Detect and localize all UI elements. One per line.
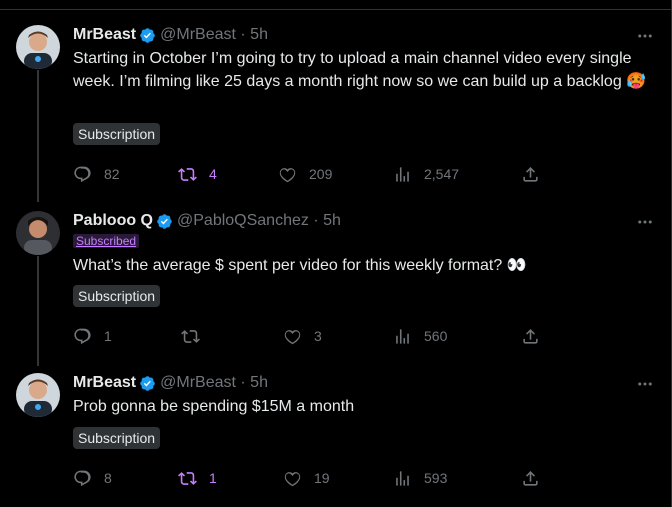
tweet-header: MrBeast @MrBeast · 5h (73, 25, 268, 45)
action-bar: 1 3 560 (73, 324, 553, 348)
share-button[interactable] (521, 162, 540, 186)
like-icon (284, 471, 301, 486)
views-button[interactable]: 2,547 (393, 162, 459, 186)
share-button[interactable] (521, 466, 540, 490)
time-separator: · (308, 212, 324, 229)
author-name[interactable]: Pablooo Q (73, 212, 153, 230)
author-name[interactable]: MrBeast (73, 374, 136, 392)
reply-count: 1 (104, 328, 112, 344)
reply-icon (74, 166, 91, 182)
share-icon (523, 166, 538, 182)
tweet-text: What’s the average $ spent per video for… (73, 257, 527, 274)
repost-button[interactable]: 1 (178, 466, 217, 490)
repost-icon (178, 471, 197, 485)
timestamp[interactable]: 5h (323, 212, 341, 230)
subscription-button[interactable]: Subscription (73, 427, 161, 449)
repost-count: 4 (209, 166, 217, 182)
reply-count: 8 (104, 470, 112, 486)
verified-badge-icon (157, 213, 172, 229)
like-button[interactable]: 3 (283, 324, 322, 348)
like-count: 19 (314, 470, 330, 486)
time-separator: · (235, 374, 251, 391)
repost-button[interactable] (181, 324, 200, 348)
like-icon (279, 167, 296, 182)
share-icon (523, 328, 538, 344)
tweet-text: Prob gonna be spending $15M a month (73, 398, 355, 415)
share-icon (523, 470, 538, 486)
author-handle[interactable]: @PabloQSanchez (177, 212, 309, 230)
reply-icon (74, 470, 91, 486)
author-name[interactable]: MrBeast (73, 26, 136, 44)
views-count: 2,547 (424, 166, 460, 182)
subscribed-badge[interactable]: Subscribed (73, 234, 140, 248)
views-button[interactable]: 593 (393, 466, 447, 490)
top-divider (0, 0, 672, 10)
like-count: 3 (314, 328, 322, 344)
repost-button[interactable]: 4 (178, 162, 217, 186)
repost-icon (178, 167, 197, 181)
more-icon[interactable] (636, 27, 654, 45)
verified-badge-icon (140, 27, 155, 43)
more-icon[interactable] (636, 375, 654, 393)
tweet-header: MrBeast @MrBeast · 5h (73, 373, 268, 393)
author-handle[interactable]: @MrBeast (160, 26, 236, 44)
more-icon[interactable] (636, 213, 654, 231)
repost-count: 1 (209, 470, 217, 486)
avatar[interactable] (16, 25, 60, 69)
like-icon (284, 329, 301, 344)
views-icon (396, 166, 409, 182)
views-count: 560 (424, 328, 448, 344)
reply-count: 82 (104, 166, 120, 182)
reply-button[interactable]: 1 (73, 324, 112, 348)
views-count: 593 (424, 470, 448, 486)
reply-icon (74, 328, 91, 344)
like-button[interactable]: 209 (278, 162, 332, 186)
action-bar: 8 1 19 593 (73, 466, 553, 490)
subscription-button[interactable]: Subscription (73, 285, 161, 307)
share-button[interactable] (521, 324, 540, 348)
thread-line (37, 70, 39, 202)
repost-icon (181, 329, 200, 343)
avatar[interactable] (16, 373, 60, 417)
views-button[interactable]: 560 (393, 324, 447, 348)
verified-badge-icon (140, 375, 155, 391)
tweet-text: Starting in October I’m going to try to … (73, 50, 647, 90)
timestamp[interactable]: 5h (250, 374, 268, 392)
avatar[interactable] (16, 211, 60, 255)
time-separator: · (235, 26, 251, 43)
views-icon (396, 328, 409, 344)
action-bar: 82 4 209 2,547 (73, 162, 553, 186)
subscription-button[interactable]: Subscription (73, 123, 161, 145)
author-handle[interactable]: @MrBeast (160, 374, 236, 392)
like-button[interactable]: 19 (283, 466, 330, 490)
timestamp[interactable]: 5h (250, 26, 268, 44)
tweet-header: Pablooo Q @PabloQSanchez · 5h (73, 211, 341, 231)
like-count: 209 (309, 166, 333, 182)
reply-button[interactable]: 82 (73, 162, 120, 186)
views-icon (396, 470, 409, 486)
reply-button[interactable]: 8 (73, 466, 112, 490)
thread-line (37, 256, 39, 366)
